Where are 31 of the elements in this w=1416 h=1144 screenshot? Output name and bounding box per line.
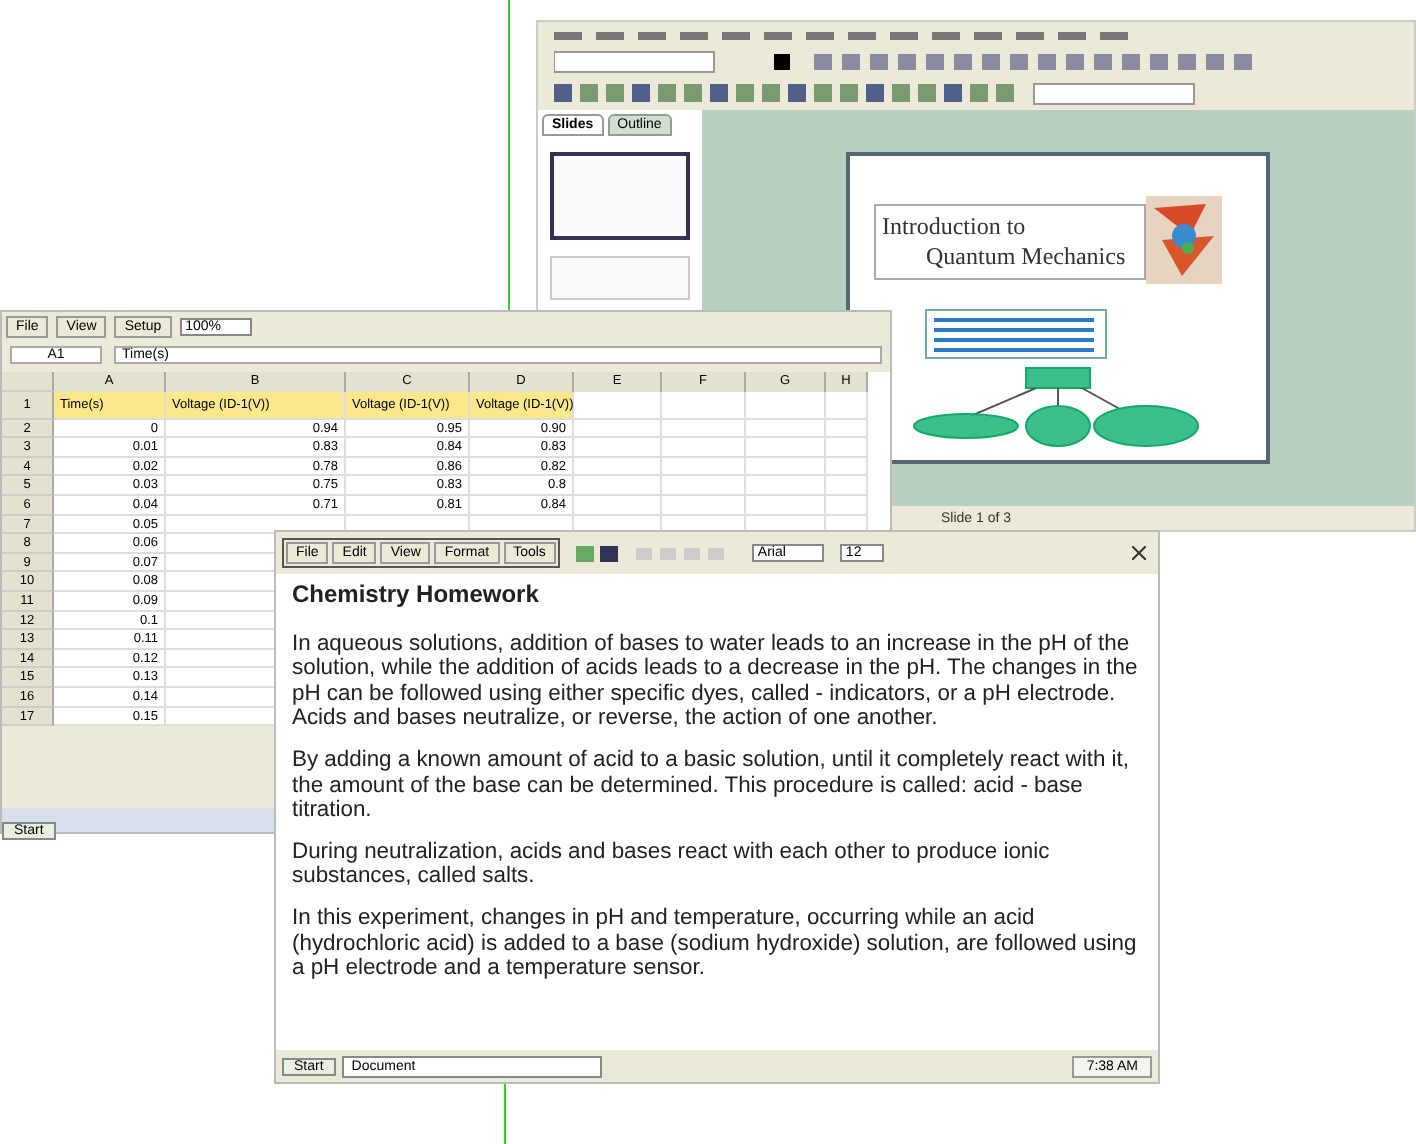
table-cell [746,476,826,496]
table-cell [574,438,662,458]
table-cell [662,419,746,439]
corner-cell[interactable] [2,372,54,392]
table-cell [574,476,662,496]
table-cell [826,391,868,420]
table-cell [826,476,868,496]
table-cell [574,457,662,477]
table-cell [826,438,868,458]
close-icon [1132,546,1146,560]
table-cell [662,391,746,420]
table-cell [574,419,662,439]
table-cell [746,438,826,458]
document-heading: Chemistry Homework [292,582,541,608]
paragraph: By adding a known amount of acid to a basic solution, until it completely react with it, the amount of the base can be determined. This procedure is called: acid - base titration. [292,747,1132,824]
slide-title: Introduction to Quantum Mechanics [874,204,1146,280]
table-cell [574,391,662,420]
slide-thumbnail[interactable] [550,152,690,240]
table-cell [746,391,826,420]
table-cell [746,457,826,477]
close-button[interactable] [1126,546,1152,560]
abstract-image-drawing [1146,196,1222,284]
paragraph: In aqueous solutions, addition of bases to water leads to an increase in the pH of the solution, while the addition of acids leads to a decrease in the pH. The changes in the pH can be followed using either specific dyes, called - indicators, or a pH electrode. Acids and bases neutralize, or reverse, the action of one another. [292,631,1140,732]
paragraph: In this experiment, changes in pH and temperature, occurring while an acid (hydrochloric acid) is added to a base (sodium hydroxide) solution, are followed using a pH electrode and a temperature sensor. [292,905,1139,982]
table-cell [746,419,826,439]
table-cell [826,457,868,477]
table-cell [662,438,746,458]
table-cell [826,419,868,439]
paragraph: During neutralization, acids and bases react with each other to produce ionic substances, called salts. [292,839,1052,890]
table-cell [662,476,746,496]
table-cell [662,457,746,477]
